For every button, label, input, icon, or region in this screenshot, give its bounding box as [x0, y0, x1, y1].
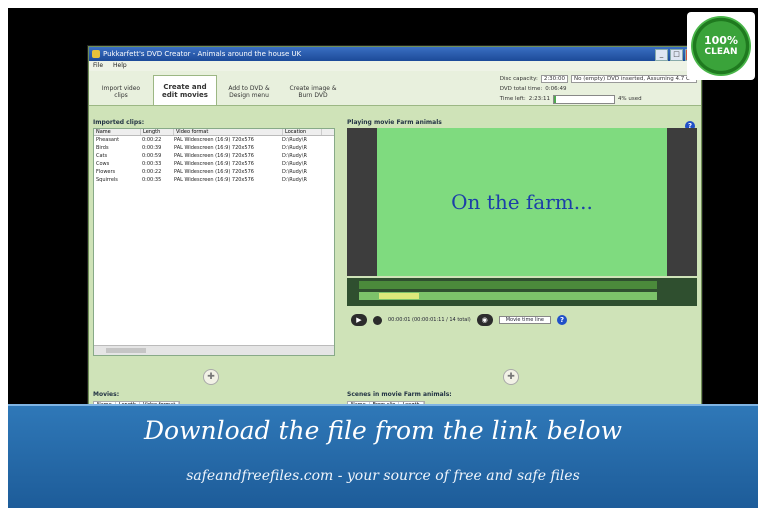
- imported-panel: Imported clips: Name Length Video format…: [89, 117, 339, 427]
- table-cell: D:\Rudy\R: [282, 177, 307, 183]
- table-row[interactable]: Cows 0:00:33 PAL Widescreen (16:9) 720x576…: [94, 160, 334, 168]
- table-cell: Birds: [96, 145, 109, 151]
- capacity-select[interactable]: 2:30:00: [540, 75, 569, 83]
- timeline-clip[interactable]: [379, 293, 419, 299]
- clean-badge: 100% CLEAN: [687, 12, 755, 80]
- player-title: Playing movie Farm animals: [347, 119, 442, 126]
- app-window: Pukkarfett's DVD Creator - Animals aroun…: [88, 46, 702, 428]
- window-title: Pukkarfett's DVD Creator - Animals aroun…: [103, 50, 302, 58]
- time-readout: 00:00:01 (00:00:01:11 / 14 total): [388, 317, 471, 323]
- table-cell: 0:00:22: [142, 137, 162, 143]
- table-cell: D:\Rudy\R: [282, 169, 307, 175]
- add-down-arrow-icon[interactable]: ✚: [203, 369, 219, 385]
- timeline[interactable]: [347, 278, 697, 306]
- table-cell: PAL Widescreen (16:9) 720x576: [174, 169, 254, 175]
- table-cell: Pheasant: [96, 137, 120, 143]
- scroll-thumb[interactable]: [106, 348, 146, 353]
- help-icon-controls[interactable]: ?: [557, 315, 567, 325]
- minimize-button[interactable]: _: [655, 49, 668, 61]
- total-time-label: DVD total time:: [499, 86, 543, 92]
- clean-seal-icon: 100% CLEAN: [691, 16, 751, 76]
- download-banner: Download the file from the link below sa…: [8, 404, 758, 508]
- table-cell: D:\Rudy\R: [282, 153, 307, 159]
- table-cell: D:\Rudy\R: [282, 137, 307, 143]
- table-cell: 0:00:33: [142, 161, 162, 167]
- camera-icon[interactable]: ◉: [476, 314, 493, 326]
- scenes-title: Scenes in movie Farm animals:: [347, 391, 452, 398]
- table-row[interactable]: Flowers 0:00:22 PAL Widescreen (16:9) 720x…: [94, 168, 334, 176]
- table-row[interactable]: Cats 0:00:59 PAL Widescreen (16:9) 720x576…: [94, 152, 334, 160]
- disc-info: Disc capacity: 2:30:00 No (empty) DVD in…: [500, 74, 697, 104]
- table-cell: 0:00:35: [142, 177, 162, 183]
- preview-text: On the farm...: [451, 190, 593, 214]
- tab-import[interactable]: Import video clips: [89, 79, 153, 105]
- menu-file[interactable]: File: [93, 61, 103, 71]
- column-name[interactable]: Name: [94, 129, 141, 135]
- imported-title: Imported clips:: [93, 119, 145, 126]
- horizontal-scrollbar[interactable]: [94, 345, 334, 355]
- timeline-track-audio[interactable]: [359, 292, 657, 300]
- tab-design-menu[interactable]: Add to DVD & Design menu: [217, 79, 281, 105]
- title-bar: Pukkarfett's DVD Creator - Animals aroun…: [89, 47, 701, 61]
- table-cell: Squirrels: [96, 177, 118, 183]
- table-row[interactable]: Squirrels 0:00:35 PAL Widescreen (16:9) 72…: [94, 176, 334, 184]
- table-cell: PAL Widescreen (16:9) 720x576: [174, 145, 254, 151]
- timeline-mode-select[interactable]: Movie time line: [498, 316, 551, 324]
- total-time-value: 0:06:49: [545, 86, 567, 92]
- table-cell: Cows: [96, 161, 110, 167]
- menu-help[interactable]: Help: [113, 61, 127, 71]
- menu-bar: File Help: [89, 61, 701, 71]
- movies-title: Movies:: [93, 391, 120, 398]
- table-cell: PAL Widescreen (16:9) 720x576: [174, 153, 254, 159]
- timeline-track-video[interactable]: [359, 281, 657, 289]
- table-cell: Cats: [96, 153, 108, 159]
- banner-title: Download the file from the link below: [143, 416, 623, 445]
- table-cell: Flowers: [96, 169, 116, 175]
- time-left-value: 2:23:11: [528, 96, 550, 102]
- table-cell: PAL Widescreen (16:9) 720x576: [174, 161, 254, 167]
- imported-header: Name Length Video format Location: [94, 129, 334, 136]
- capacity-note: No (empty) DVD inserted, Assuming 4.7 GB: [571, 75, 697, 83]
- tab-create-edit[interactable]: Create and edit movies: [153, 75, 217, 105]
- video-preview: On the farm...: [347, 128, 697, 276]
- table-cell: PAL Widescreen (16:9) 720x576: [174, 137, 254, 143]
- player-panel: Playing movie Farm animals ? On the farm…: [343, 117, 701, 427]
- disc-usage-fill: [553, 95, 557, 103]
- time-left-label: Time left:: [499, 96, 526, 102]
- table-cell: D:\Rudy\R: [282, 161, 307, 167]
- imported-list[interactable]: Name Length Video format Location Pheasa…: [93, 128, 335, 356]
- disc-usage-text: 4% used: [617, 96, 642, 102]
- add-scene-arrow-icon[interactable]: ✚: [503, 369, 519, 385]
- preview-screen: On the farm...: [377, 128, 667, 276]
- app-icon: [92, 50, 100, 58]
- badge-word: CLEAN: [704, 47, 738, 57]
- table-cell: PAL Widescreen (16:9) 720x576: [174, 177, 254, 183]
- video-frame: Pukkarfett's DVD Creator - Animals aroun…: [8, 8, 758, 508]
- stop-icon[interactable]: [373, 315, 382, 325]
- column-length[interactable]: Length: [141, 129, 174, 135]
- table-row[interactable]: Birds 0:00:39 PAL Widescreen (16:9) 720x57…: [94, 144, 334, 152]
- table-cell: 0:00:22: [142, 169, 162, 175]
- capacity-label: Disc capacity:: [499, 76, 538, 82]
- table-cell: 0:00:39: [142, 145, 162, 151]
- player-controls: ▶ 00:00:01 (00:00:01:11 / 14 total) ◉ Mo…: [343, 308, 701, 332]
- banner-subtitle: safeandfreefiles.com - your source of fr…: [186, 468, 580, 484]
- column-location[interactable]: Location: [283, 129, 322, 135]
- table-row[interactable]: Pheasant 0:00:22 PAL Widescreen (16:9) 720…: [94, 136, 334, 144]
- table-cell: D:\Rudy\R: [282, 145, 307, 151]
- tab-bar: Import video clips Create and edit movie…: [89, 71, 701, 106]
- play-icon[interactable]: ▶: [351, 314, 367, 326]
- tab-burn[interactable]: Create image & Burn DVD: [281, 79, 345, 105]
- badge-percent: 100%: [704, 34, 738, 47]
- column-format[interactable]: Video format: [174, 129, 283, 135]
- table-cell: 0:00:59: [142, 153, 162, 159]
- disc-usage-bar: [552, 94, 615, 104]
- maximize-button[interactable]: □: [670, 49, 683, 61]
